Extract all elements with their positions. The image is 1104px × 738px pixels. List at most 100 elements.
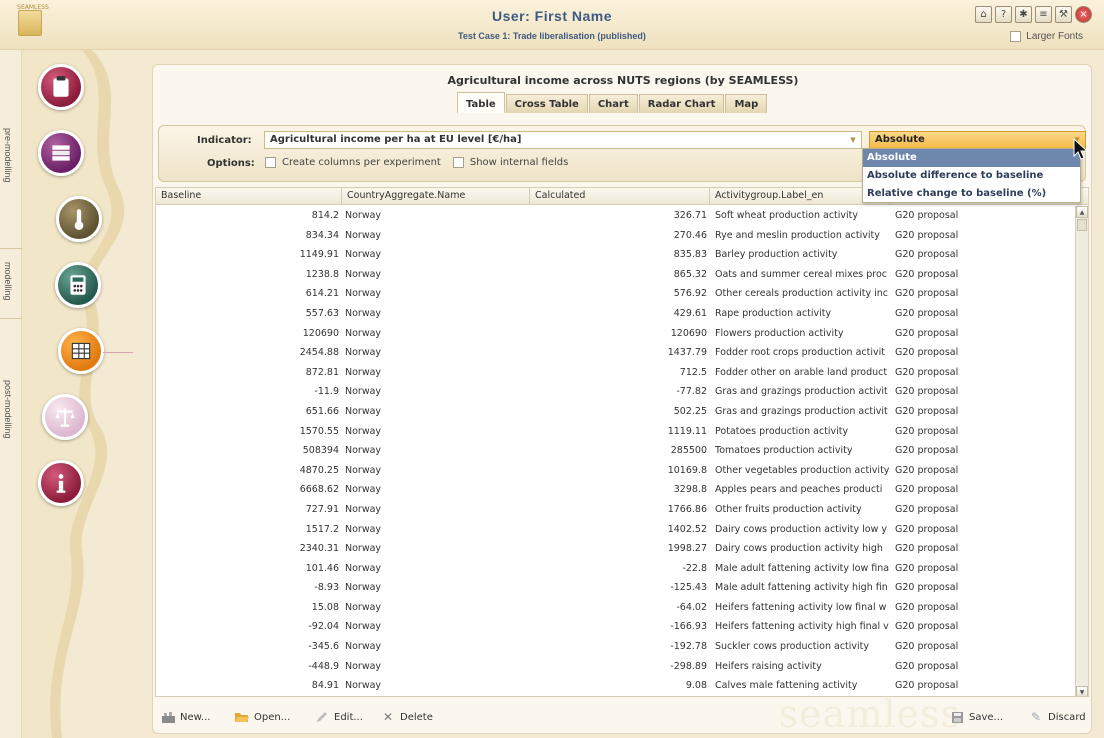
table-row[interactable]: 101.46 Norway -22.8 Male adult fattening ac… xyxy=(156,559,1076,579)
table-row[interactable]: 727.91 Norway 1766.86 Other fruits producti… xyxy=(156,500,1076,520)
chevron-down-icon[interactable]: ▼ xyxy=(847,134,859,146)
tab-table[interactable]: Table xyxy=(457,92,505,113)
larger-fonts-toggle[interactable]: Larger Fonts xyxy=(1010,31,1083,42)
sidebar-item-table[interactable] xyxy=(58,328,104,374)
list-icon[interactable]: ≡ xyxy=(1035,6,1052,23)
create-columns-label: Create columns per experiment xyxy=(282,157,441,168)
table-row[interactable]: 1570.55 Norway 1119.11 Potatoes production … xyxy=(156,422,1076,442)
larger-fonts-checkbox[interactable] xyxy=(1010,31,1022,42)
table-row[interactable]: 1238.8 Norway 865.32 Oats and summer cereal… xyxy=(156,265,1076,285)
mode-select[interactable]: Absolute ▼ xyxy=(869,131,1086,149)
options-label: Options: xyxy=(207,158,255,169)
cell-calculated: -64.02 xyxy=(676,601,707,613)
scales-icon xyxy=(55,408,75,427)
cell-activitygroup: Male adult fattening activity low fina xyxy=(715,562,890,574)
sidebar-item-info[interactable] xyxy=(38,460,84,506)
scroll-up-icon[interactable]: ▲ xyxy=(1076,206,1088,218)
sidebar-item-books[interactable] xyxy=(38,130,84,176)
cell-country: Norway xyxy=(345,249,382,261)
table-row[interactable]: 2454.88 Norway 1437.79 Fodder root crops pr… xyxy=(156,343,1076,363)
cell-calculated: -22.8 xyxy=(682,562,707,574)
show-internal-checkbox[interactable] xyxy=(452,157,464,168)
sidebar-item-calculator[interactable] xyxy=(55,262,101,308)
cell-calculated: 576.92 xyxy=(673,288,707,300)
help-icon[interactable]: ? xyxy=(995,6,1012,23)
cell-experiment: G20 proposal xyxy=(895,641,959,653)
cell-baseline: 614.21 xyxy=(305,288,339,300)
open-button[interactable]: Open... xyxy=(235,711,290,723)
table-row[interactable]: 651.66 Norway 502.25 Gras and grazings prod… xyxy=(156,402,1076,422)
save-button[interactable]: Save... xyxy=(950,711,1003,723)
close-icon[interactable]: × xyxy=(1075,6,1092,23)
cell-baseline: -92.04 xyxy=(308,621,339,633)
cell-activitygroup: Other cereals production activity inc xyxy=(715,288,888,300)
table-row[interactable]: 1149.91 Norway 835.83 Barley production act… xyxy=(156,245,1076,265)
column-header-baseline[interactable]: Baseline xyxy=(156,188,342,205)
indicator-select[interactable]: Agricultural income per ha at EU level [… xyxy=(264,131,862,149)
cell-activitygroup: Dairy cows production activity low y xyxy=(715,523,888,535)
column-header-country[interactable]: CountryAggregate.Name xyxy=(342,188,530,205)
cell-baseline: 2340.31 xyxy=(299,543,339,555)
save-disk-icon xyxy=(950,711,964,723)
sidebar-item-thermometer[interactable] xyxy=(56,196,102,242)
cell-experiment: G20 proposal xyxy=(895,523,959,535)
cell-calculated: 270.46 xyxy=(673,229,707,241)
table-row[interactable]: -11.9 Norway -77.82 Gras and grazings produ… xyxy=(156,382,1076,402)
table-row[interactable]: -448.9 Norway -298.89 Heifers raising activ… xyxy=(156,657,1076,677)
table-row[interactable]: 834.34 Norway 270.46 Rye and meslin product… xyxy=(156,226,1076,246)
new-button[interactable]: New... xyxy=(161,711,210,723)
table-row[interactable]: 2340.31 Norway 1998.27 Dairy cows productio… xyxy=(156,539,1076,559)
cell-experiment: G20 proposal xyxy=(895,405,959,417)
cell-calculated: 1998.27 xyxy=(667,543,707,555)
tools-icon[interactable]: ⚒ xyxy=(1055,6,1072,23)
tab-cross-table[interactable]: Cross Table xyxy=(505,94,588,113)
table-row[interactable]: -92.04 Norway -166.93 Heifers fattening act… xyxy=(156,617,1076,637)
tab-radar-chart[interactable]: Radar Chart xyxy=(638,94,725,113)
table-row[interactable]: 6668.62 Norway 3298.8 Apples pears and peac… xyxy=(156,480,1076,500)
mode-option-absolute[interactable]: Absolute xyxy=(863,149,1080,167)
table-row[interactable]: 4870.25 Norway 10169.8 Other vegetables pro… xyxy=(156,461,1076,481)
cell-baseline: 727.91 xyxy=(305,503,339,515)
column-header-calculated[interactable]: Calculated xyxy=(530,188,710,205)
tab-chart[interactable]: Chart xyxy=(588,94,638,113)
tab-map[interactable]: Map xyxy=(725,94,768,113)
table-row[interactable]: -345.6 Norway -192.78 Suckler cows producti… xyxy=(156,637,1076,657)
cell-activitygroup: Fodder other on arable land product xyxy=(715,366,888,378)
cell-country: Norway xyxy=(345,386,382,398)
edit-button[interactable]: Edit... xyxy=(315,711,363,723)
table-row[interactable]: 1517.2 Norway 1402.52 Dairy cows production… xyxy=(156,520,1076,540)
cell-activitygroup: Rye and meslin production activity xyxy=(715,229,880,241)
table-body: 814.2 Norway 326.71 Soft wheat production a… xyxy=(156,206,1076,696)
new-icon xyxy=(161,711,175,723)
sidebar-item-scales[interactable] xyxy=(42,394,88,440)
info-icon xyxy=(56,474,66,493)
table-row[interactable]: 15.08 Norway -64.02 Heifers fattening activ… xyxy=(156,598,1076,618)
table-row[interactable]: 120690 Norway 120690 Flowers production act… xyxy=(156,324,1076,344)
mode-option-absolute-difference[interactable]: Absolute difference to baseline xyxy=(863,167,1080,185)
cell-experiment: G20 proposal xyxy=(895,347,959,359)
discard-button[interactable]: ✎ Discard xyxy=(1029,710,1086,724)
table-row[interactable]: 557.63 Norway 429.61 Rape production activi… xyxy=(156,304,1076,324)
scroll-down-icon[interactable]: ▼ xyxy=(1076,686,1088,696)
mode-option-relative-change[interactable]: Relative change to baseline (%) xyxy=(863,185,1080,203)
clipboard-icon xyxy=(53,76,69,97)
cell-calculated: 326.71 xyxy=(673,210,707,221)
cell-calculated: 865.32 xyxy=(673,268,707,280)
settings-icon[interactable]: ✱ xyxy=(1015,6,1032,23)
table-row[interactable]: 872.81 Norway 712.5 Fodder other on arable … xyxy=(156,363,1076,383)
table-row[interactable]: 614.21 Norway 576.92 Other cereals producti… xyxy=(156,284,1076,304)
sidebar-item-clipboard[interactable] xyxy=(38,64,84,110)
scroll-thumb[interactable] xyxy=(1077,219,1087,231)
delete-button[interactable]: ✕ Delete xyxy=(381,710,433,724)
cell-baseline: 834.34 xyxy=(305,229,339,241)
cell-experiment: G20 proposal xyxy=(895,621,959,633)
table-row[interactable]: 508394 Norway 285500 Tomatoes production ac… xyxy=(156,441,1076,461)
cell-activitygroup: Rape production activity xyxy=(715,307,832,319)
cell-activitygroup: Suckler cows production activity xyxy=(715,641,870,653)
table-row[interactable]: -8.93 Norway -125.43 Male adult fattening a… xyxy=(156,578,1076,598)
table-row[interactable]: 814.2 Norway 326.71 Soft wheat production a… xyxy=(156,206,1076,226)
create-columns-checkbox[interactable] xyxy=(265,157,276,168)
table-scrollbar[interactable]: ▲ ▼ xyxy=(1075,206,1088,696)
home-icon[interactable]: ⌂ xyxy=(975,6,992,23)
cell-calculated: 502.25 xyxy=(673,405,707,417)
